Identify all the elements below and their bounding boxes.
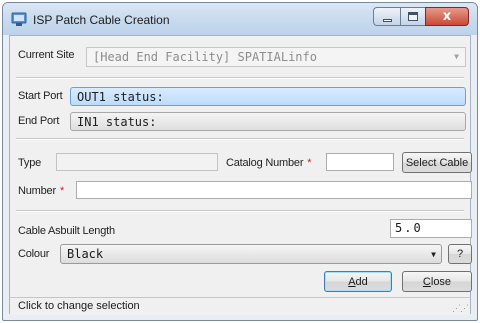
dialog-body: Current Site [Head End Facility] SPATIAL… (9, 35, 472, 315)
end-port-label: End Port (18, 115, 60, 127)
patch-cable-app-icon (11, 12, 27, 26)
type-label: Type (18, 157, 42, 169)
patch-cable-dialog: ISP Patch Cable Creation x Current Site … (2, 2, 478, 321)
chevron-down-icon: ▼ (431, 250, 436, 259)
start-port-label: Start Port (18, 90, 63, 102)
number-input[interactable] (76, 181, 472, 199)
close-window-button[interactable]: x (425, 7, 469, 26)
cable-asbuilt-length-input[interactable]: 5.0 (390, 219, 472, 238)
caption-buttons: x (373, 7, 469, 26)
type-field (56, 153, 218, 171)
catalog-number-input[interactable] (326, 153, 394, 171)
end-port-field[interactable]: IN1 status: (70, 112, 466, 131)
help-button[interactable]: ? (448, 244, 472, 264)
current-site-combo: [Head End Facility] SPATIALinfo ▼ (86, 47, 466, 67)
required-mark: * (59, 185, 65, 197)
maximize-icon (408, 12, 418, 21)
current-site-label: Current Site (18, 49, 75, 61)
colour-label: Colour (18, 248, 50, 260)
status-bar: Click to change selection ⋰⋰ (10, 297, 470, 315)
current-site-value: [Head End Facility] SPATIALinfo (93, 50, 317, 64)
select-cable-button[interactable]: Select Cable (402, 152, 472, 173)
close-button[interactable]: Close (402, 271, 472, 292)
catalog-number-label: Catalog Number * (226, 157, 312, 169)
close-icon: x (442, 9, 452, 24)
separator (16, 138, 464, 140)
colour-combo[interactable]: Black ▼ (60, 244, 442, 264)
separator (16, 210, 464, 212)
colour-value: Black (67, 247, 104, 261)
separator (16, 77, 464, 79)
start-port-field[interactable]: OUT1 status: (70, 87, 466, 106)
chevron-down-icon: ▼ (454, 52, 459, 61)
cable-asbuilt-length-label: Cable Asbuilt Length (18, 225, 115, 237)
minimize-button[interactable] (373, 7, 400, 26)
required-mark: * (307, 157, 312, 169)
maximize-button[interactable] (400, 7, 425, 26)
number-label: Number * (18, 185, 65, 197)
minimize-icon (382, 18, 392, 22)
status-text: Click to change selection (18, 300, 140, 312)
resize-grip-icon[interactable]: ⋰⋰ (452, 303, 469, 314)
title-bar[interactable]: ISP Patch Cable Creation x (3, 3, 477, 35)
window-title: ISP Patch Cable Creation (33, 13, 170, 27)
add-button[interactable]: Add (324, 271, 392, 292)
